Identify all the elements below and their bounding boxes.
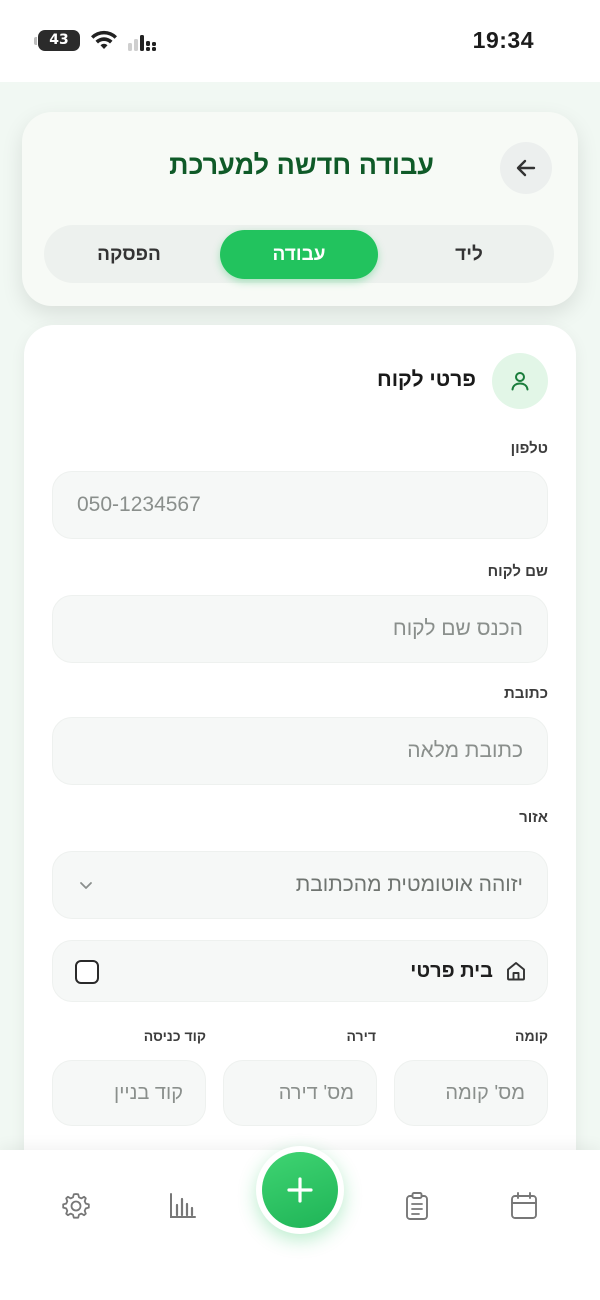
- battery-indicator: 43: [34, 30, 80, 51]
- entry-code-input[interactable]: קוד בניין: [52, 1060, 206, 1126]
- calendar-icon: [511, 1192, 537, 1219]
- address-label: כתובת: [504, 685, 548, 702]
- section-title: פרטי לקוח: [377, 368, 476, 391]
- floor-placeholder: מס' קומה: [445, 1081, 525, 1104]
- customer-name-input[interactable]: הכנס שם לקוח: [52, 595, 548, 663]
- user-icon: [492, 353, 548, 409]
- apartment-input[interactable]: מס' דירה: [223, 1060, 377, 1126]
- customer-details-form: פרטי לקוח טלפון 050-1234567 שם לקוח הכנס…: [24, 325, 576, 1165]
- calendar-nav-button[interactable]: [504, 1186, 544, 1226]
- chevron-down-icon: [80, 882, 92, 889]
- stats-nav-button[interactable]: [163, 1186, 203, 1226]
- header-card: עבודה חדשה למערכת ליד עבודה הפסקה: [22, 112, 578, 306]
- floor-input[interactable]: מס' קומה: [394, 1060, 548, 1126]
- wifi-icon: [91, 30, 117, 49]
- apartment-placeholder: מס' דירה: [278, 1081, 354, 1104]
- area-label: אזור: [519, 809, 548, 826]
- home-icon: [507, 962, 525, 981]
- private-house-row[interactable]: בית פרטי: [52, 940, 548, 1002]
- bottom-nav: [0, 1146, 600, 1300]
- clock: 19:34: [472, 27, 534, 53]
- settings-nav-button[interactable]: [56, 1186, 96, 1226]
- signal-icon: [128, 35, 156, 51]
- area-value: יזוהה אוטומטית מהכתובת: [295, 873, 523, 896]
- address-input[interactable]: כתובת מלאה: [52, 717, 548, 785]
- apartment-label: דירה: [346, 1028, 376, 1044]
- private-house-label: בית פרטי: [410, 960, 493, 982]
- settings-icon: [62, 1193, 90, 1219]
- customer-name-label: שם לקוח: [487, 563, 548, 580]
- clipboard-icon: [406, 1192, 428, 1220]
- chart-icon: [170, 1193, 196, 1218]
- customer-name-placeholder: הכנס שם לקוח: [392, 617, 523, 640]
- tab-lead[interactable]: ליד: [394, 230, 544, 279]
- add-icon: [287, 1177, 313, 1203]
- entry-code-label: קוד כניסה: [143, 1028, 206, 1044]
- tab-job[interactable]: עבודה: [220, 230, 378, 279]
- entry-code-placeholder: קוד בניין: [114, 1081, 183, 1104]
- address-placeholder: כתובת מלאה: [407, 739, 523, 762]
- tab-break[interactable]: הפסקה: [54, 230, 204, 279]
- page-title: עבודה חדשה למערכת: [169, 150, 434, 180]
- status-bar: 43 19:34: [0, 0, 600, 82]
- back-button[interactable]: [500, 142, 552, 194]
- phone-label: טלפון: [510, 440, 548, 457]
- arrow-left-icon: [516, 159, 536, 177]
- area-select[interactable]: יזוהה אוטומטית מהכתובת: [52, 851, 548, 919]
- phone-placeholder: 050-1234567: [77, 493, 201, 516]
- private-house-checkbox[interactable]: [75, 960, 99, 984]
- phone-input[interactable]: 050-1234567: [52, 471, 548, 539]
- floor-label: קומה: [514, 1028, 548, 1044]
- tasks-nav-button[interactable]: [397, 1186, 437, 1226]
- add-button[interactable]: [256, 1146, 344, 1234]
- job-type-tabs: ליד עבודה הפסקה: [44, 225, 554, 283]
